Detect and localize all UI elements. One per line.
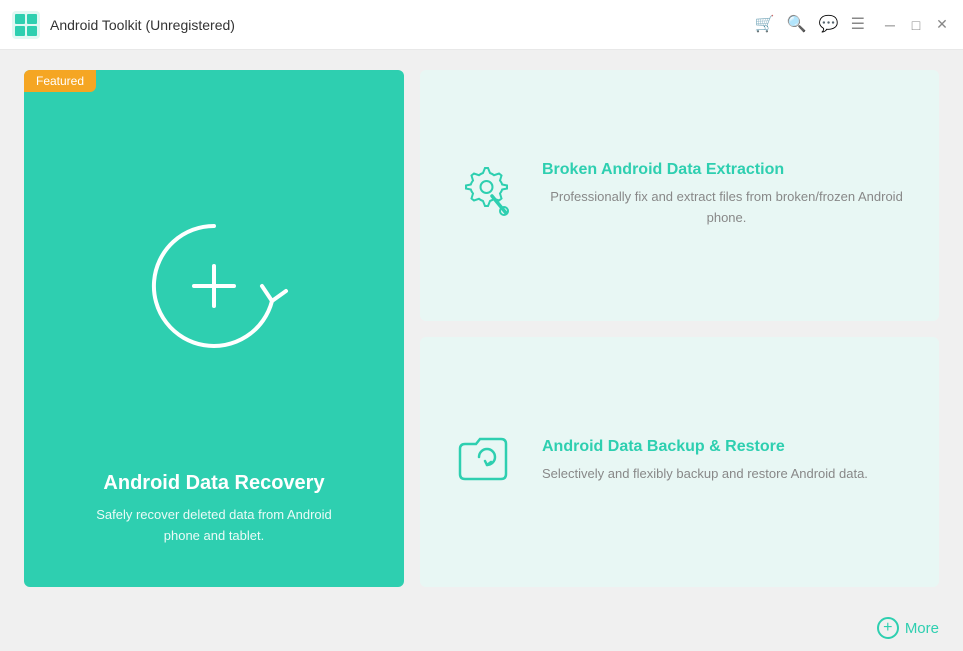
backup-desc: Selectively and flexibly backup and rest… [542, 464, 868, 485]
titlebar-controls: 🛒 🔍 💬 ☰ ─ □ ✕ [755, 16, 951, 34]
chat-icon[interactable]: 💬 [819, 17, 839, 33]
backup-restore-card[interactable]: Android Data Backup & Restore Selectivel… [420, 337, 939, 588]
recovery-icon [134, 206, 294, 366]
backup-text: Android Data Backup & Restore Selectivel… [542, 438, 868, 485]
featured-badge: Featured [24, 70, 96, 92]
search-icon[interactable]: 🔍 [787, 17, 807, 33]
maximize-button[interactable]: □ [907, 16, 925, 34]
featured-card-title: Android Data Recovery [103, 472, 324, 495]
menu-icon[interactable]: ☰ [851, 17, 865, 33]
close-button[interactable]: ✕ [933, 16, 951, 34]
extraction-icon [448, 158, 518, 233]
backup-title: Android Data Backup & Restore [542, 438, 868, 456]
cards-grid: Featured Android Data Recovery Safely re… [24, 70, 939, 587]
extraction-desc: Professionally fix and extract files fro… [542, 187, 911, 229]
featured-card[interactable]: Featured Android Data Recovery Safely re… [24, 70, 404, 587]
right-column: Broken Android Data Extraction Professio… [420, 70, 939, 587]
more-circle-icon: + [877, 617, 899, 639]
more-label: More [905, 620, 939, 637]
app-logo [12, 11, 40, 39]
featured-card-desc: Safely recover deleted data from Android… [84, 505, 344, 547]
app-title: Android Toolkit (Unregistered) [50, 17, 755, 33]
title-bar: Android Toolkit (Unregistered) 🛒 🔍 💬 ☰ ─… [0, 0, 963, 50]
footer: + More [0, 607, 963, 651]
broken-android-card[interactable]: Broken Android Data Extraction Professio… [420, 70, 939, 321]
featured-icon-area [134, 70, 294, 472]
backup-icon [448, 424, 518, 499]
extraction-text: Broken Android Data Extraction Professio… [542, 161, 911, 229]
main-content: Featured Android Data Recovery Safely re… [0, 50, 963, 607]
extraction-title: Broken Android Data Extraction [542, 161, 911, 179]
cart-icon[interactable]: 🛒 [755, 17, 775, 33]
window-controls: ─ □ ✕ [881, 16, 951, 34]
minimize-button[interactable]: ─ [881, 16, 899, 34]
more-button[interactable]: + More [877, 617, 939, 639]
